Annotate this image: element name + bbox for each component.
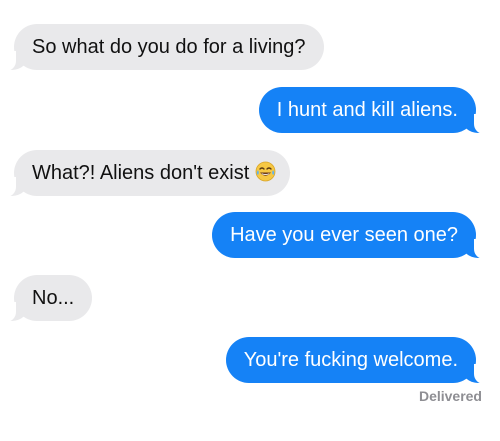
- incoming-message-bubble[interactable]: What?! Aliens don't exist: [1, 150, 291, 197]
- message-text: I hunt and kill aliens.: [276, 99, 458, 121]
- delivery-status: Delivered: [418, 388, 482, 404]
- incoming-message-bubble[interactable]: No...: [1, 275, 93, 322]
- message-text: What?! Aliens don't exist: [32, 162, 250, 184]
- message-text: Have you ever seen one?: [230, 224, 458, 246]
- message-text: You're fucking welcome.: [243, 349, 458, 371]
- message-thread: So what do you do for a living? I hunt a…: [0, 0, 500, 441]
- message-text: No...: [32, 287, 75, 309]
- laughing-crying-face-icon: [255, 161, 276, 182]
- incoming-message-bubble[interactable]: So what do you do for a living?: [2, 24, 324, 71]
- outgoing-message-bubble[interactable]: You're fucking welcome.: [225, 337, 489, 384]
- outgoing-message-bubble[interactable]: I hunt and kill aliens.: [258, 87, 489, 134]
- outgoing-message-bubble[interactable]: Have you ever seen one?: [212, 212, 488, 259]
- message-text: So what do you do for a living?: [32, 36, 306, 58]
